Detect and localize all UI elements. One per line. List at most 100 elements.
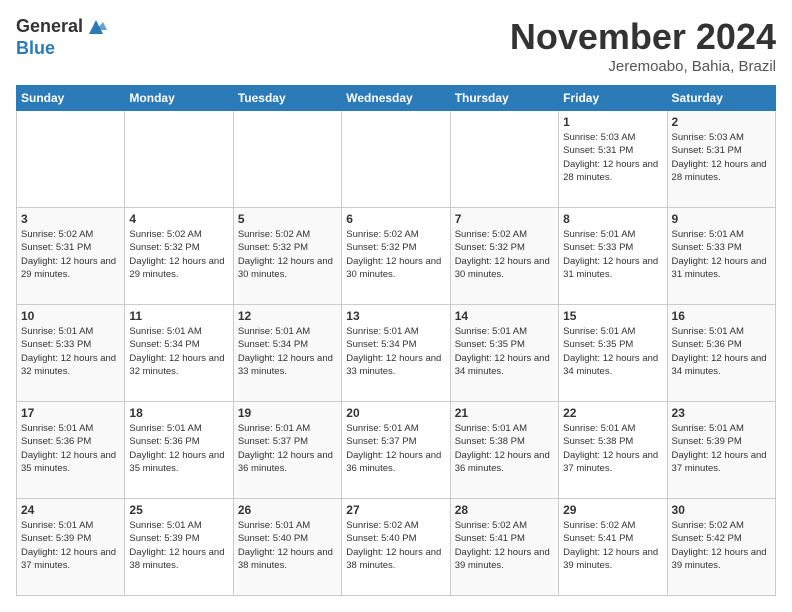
cell-info: Sunrise: 5:01 AM Sunset: 5:34 PM Dayligh… <box>346 325 445 378</box>
cell-day-number: 19 <box>238 406 337 420</box>
calendar-cell: 7Sunrise: 5:02 AM Sunset: 5:32 PM Daylig… <box>450 208 558 305</box>
cell-info: Sunrise: 5:01 AM Sunset: 5:35 PM Dayligh… <box>563 325 662 378</box>
calendar-cell: 18 Sunrise: 5:01 AM Sunset: 5:36 PM Dayli… <box>125 402 233 499</box>
cell-day-number: 20 <box>346 406 445 420</box>
cell-day-number: 3 <box>21 212 120 226</box>
calendar-cell: 10 Sunrise: 5:01 AM Sunset: 5:33 PM Dayli… <box>17 305 125 402</box>
header-day-sunday: Sunday <box>17 86 125 111</box>
calendar-cell: 8 Sunrise: 5:01 AM Sunset: 5:33 PM Daylig… <box>559 208 667 305</box>
cell-info: Sunrise: 5:01 AM Sunset: 5:33 PM Dayligh… <box>672 228 771 281</box>
calendar-cell: 1 Sunrise: 5:03 AM Sunset: 5:31 PM Daylig… <box>559 111 667 208</box>
logo-general: General <box>16 16 83 38</box>
header-day-thursday: Thursday <box>450 86 558 111</box>
calendar-week-2: 10 Sunrise: 5:01 AM Sunset: 5:33 PM Dayli… <box>17 305 776 402</box>
header-day-tuesday: Tuesday <box>233 86 341 111</box>
cell-day-number: 1 <box>563 115 662 129</box>
calendar-cell: 12Sunrise: 5:01 AM Sunset: 5:34 PM Dayli… <box>233 305 341 402</box>
calendar-week-1: 3 Sunrise: 5:02 AM Sunset: 5:31 PM Daylig… <box>17 208 776 305</box>
calendar-cell: 29 Sunrise: 5:02 AM Sunset: 5:41 PM Dayli… <box>559 499 667 596</box>
cell-day-number: 9 <box>672 212 771 226</box>
cell-day-number: 30 <box>672 503 771 517</box>
cell-day-number: 18 <box>129 406 228 420</box>
calendar-cell: 24 Sunrise: 5:01 AM Sunset: 5:39 PM Dayli… <box>17 499 125 596</box>
calendar-table: SundayMondayTuesdayWednesdayThursdayFrid… <box>16 85 776 596</box>
cell-day-number: 27 <box>346 503 445 517</box>
calendar-cell: 14 Sunrise: 5:01 AM Sunset: 5:35 PM Dayli… <box>450 305 558 402</box>
cell-day-number: 12 <box>238 309 337 323</box>
cell-info: Sunrise: 5:01 AM Sunset: 5:36 PM Dayligh… <box>21 422 120 475</box>
calendar-week-3: 17 Sunrise: 5:01 AM Sunset: 5:36 PM Dayli… <box>17 402 776 499</box>
calendar-cell <box>17 111 125 208</box>
calendar-cell <box>450 111 558 208</box>
cell-day-number: 6 <box>346 212 445 226</box>
calendar-week-4: 24 Sunrise: 5:01 AM Sunset: 5:39 PM Dayli… <box>17 499 776 596</box>
calendar-cell: 9 Sunrise: 5:01 AM Sunset: 5:33 PM Daylig… <box>667 208 775 305</box>
cell-info: Sunrise: 5:03 AM Sunset: 5:31 PM Dayligh… <box>563 131 662 184</box>
calendar-cell: 11Sunrise: 5:01 AM Sunset: 5:34 PM Dayli… <box>125 305 233 402</box>
cell-info: Sunrise: 5:01 AM Sunset: 5:35 PM Dayligh… <box>455 325 554 378</box>
cell-day-number: 22 <box>563 406 662 420</box>
calendar-cell: 20 Sunrise: 5:01 AM Sunset: 5:37 PM Dayli… <box>342 402 450 499</box>
cell-day-number: 4 <box>129 212 228 226</box>
cell-info: Sunrise: 5:02 AM Sunset: 5:32 PM Dayligh… <box>346 228 445 281</box>
calendar-cell: 27 Sunrise: 5:02 AM Sunset: 5:40 PM Dayli… <box>342 499 450 596</box>
cell-info: Sunrise: 5:01 AM Sunset: 5:37 PM Dayligh… <box>238 422 337 475</box>
cell-info: Sunrise: 5:02 AM Sunset: 5:32 PM Dayligh… <box>455 228 554 281</box>
cell-day-number: 15 <box>563 309 662 323</box>
cell-info: Sunrise: 5:01 AM Sunset: 5:36 PM Dayligh… <box>672 325 771 378</box>
calendar-cell <box>233 111 341 208</box>
calendar-cell: 2Sunrise: 5:03 AM Sunset: 5:31 PM Daylig… <box>667 111 775 208</box>
cell-info: Sunrise: 5:01 AM Sunset: 5:37 PM Dayligh… <box>346 422 445 475</box>
cell-info: Sunrise: 5:02 AM Sunset: 5:31 PM Dayligh… <box>21 228 120 281</box>
calendar-cell: 6 Sunrise: 5:02 AM Sunset: 5:32 PM Daylig… <box>342 208 450 305</box>
cell-info: Sunrise: 5:01 AM Sunset: 5:38 PM Dayligh… <box>455 422 554 475</box>
cell-day-number: 23 <box>672 406 771 420</box>
calendar-cell: 4 Sunrise: 5:02 AM Sunset: 5:32 PM Daylig… <box>125 208 233 305</box>
header-day-monday: Monday <box>125 86 233 111</box>
cell-day-number: 14 <box>455 309 554 323</box>
calendar-cell: 13 Sunrise: 5:01 AM Sunset: 5:34 PM Dayli… <box>342 305 450 402</box>
cell-day-number: 29 <box>563 503 662 517</box>
calendar-cell <box>125 111 233 208</box>
cell-day-number: 25 <box>129 503 228 517</box>
title-location: Jeremoabo, Bahia, Brazil <box>510 58 776 75</box>
calendar-cell: 22 Sunrise: 5:01 AM Sunset: 5:38 PM Dayli… <box>559 402 667 499</box>
page: General Blue November 2024 Jeremoabo, Ba… <box>0 0 792 612</box>
cell-day-number: 28 <box>455 503 554 517</box>
calendar-cell: 5Sunrise: 5:02 AM Sunset: 5:32 PM Daylig… <box>233 208 341 305</box>
calendar-cell: 30 Sunrise: 5:02 AM Sunset: 5:42 PM Dayli… <box>667 499 775 596</box>
cell-day-number: 24 <box>21 503 120 517</box>
cell-info: Sunrise: 5:02 AM Sunset: 5:42 PM Dayligh… <box>672 519 771 572</box>
cell-info: Sunrise: 5:01 AM Sunset: 5:33 PM Dayligh… <box>563 228 662 281</box>
cell-info: Sunrise: 5:02 AM Sunset: 5:41 PM Dayligh… <box>563 519 662 572</box>
cell-day-number: 21 <box>455 406 554 420</box>
header-day-friday: Friday <box>559 86 667 111</box>
calendar-cell: 21 Sunrise: 5:01 AM Sunset: 5:38 PM Dayli… <box>450 402 558 499</box>
calendar-cell: 26Sunrise: 5:01 AM Sunset: 5:40 PM Dayli… <box>233 499 341 596</box>
calendar-header-row: SundayMondayTuesdayWednesdayThursdayFrid… <box>17 86 776 111</box>
cell-info: Sunrise: 5:01 AM Sunset: 5:39 PM Dayligh… <box>21 519 120 572</box>
cell-info: Sunrise: 5:01 AM Sunset: 5:38 PM Dayligh… <box>563 422 662 475</box>
cell-day-number: 2 <box>672 115 771 129</box>
calendar-cell: 28 Sunrise: 5:02 AM Sunset: 5:41 PM Dayli… <box>450 499 558 596</box>
title-block: November 2024 Jeremoabo, Bahia, Brazil <box>510 16 776 75</box>
calendar-week-0: 1 Sunrise: 5:03 AM Sunset: 5:31 PM Daylig… <box>17 111 776 208</box>
calendar-cell <box>342 111 450 208</box>
cell-info: Sunrise: 5:01 AM Sunset: 5:33 PM Dayligh… <box>21 325 120 378</box>
cell-day-number: 10 <box>21 309 120 323</box>
calendar-cell: 15 Sunrise: 5:01 AM Sunset: 5:35 PM Dayli… <box>559 305 667 402</box>
cell-info: Sunrise: 5:02 AM Sunset: 5:40 PM Dayligh… <box>346 519 445 572</box>
cell-info: Sunrise: 5:01 AM Sunset: 5:36 PM Dayligh… <box>129 422 228 475</box>
calendar-cell: 17 Sunrise: 5:01 AM Sunset: 5:36 PM Dayli… <box>17 402 125 499</box>
header-day-saturday: Saturday <box>667 86 775 111</box>
title-month: November 2024 <box>510 16 776 58</box>
logo: General Blue <box>16 16 107 60</box>
header: General Blue November 2024 Jeremoabo, Ba… <box>16 16 776 75</box>
cell-info: Sunrise: 5:02 AM Sunset: 5:32 PM Dayligh… <box>129 228 228 281</box>
cell-day-number: 17 <box>21 406 120 420</box>
cell-info: Sunrise: 5:01 AM Sunset: 5:39 PM Dayligh… <box>672 422 771 475</box>
cell-day-number: 13 <box>346 309 445 323</box>
cell-info: Sunrise: 5:02 AM Sunset: 5:41 PM Dayligh… <box>455 519 554 572</box>
cell-info: Sunrise: 5:01 AM Sunset: 5:39 PM Dayligh… <box>129 519 228 572</box>
cell-day-number: 8 <box>563 212 662 226</box>
